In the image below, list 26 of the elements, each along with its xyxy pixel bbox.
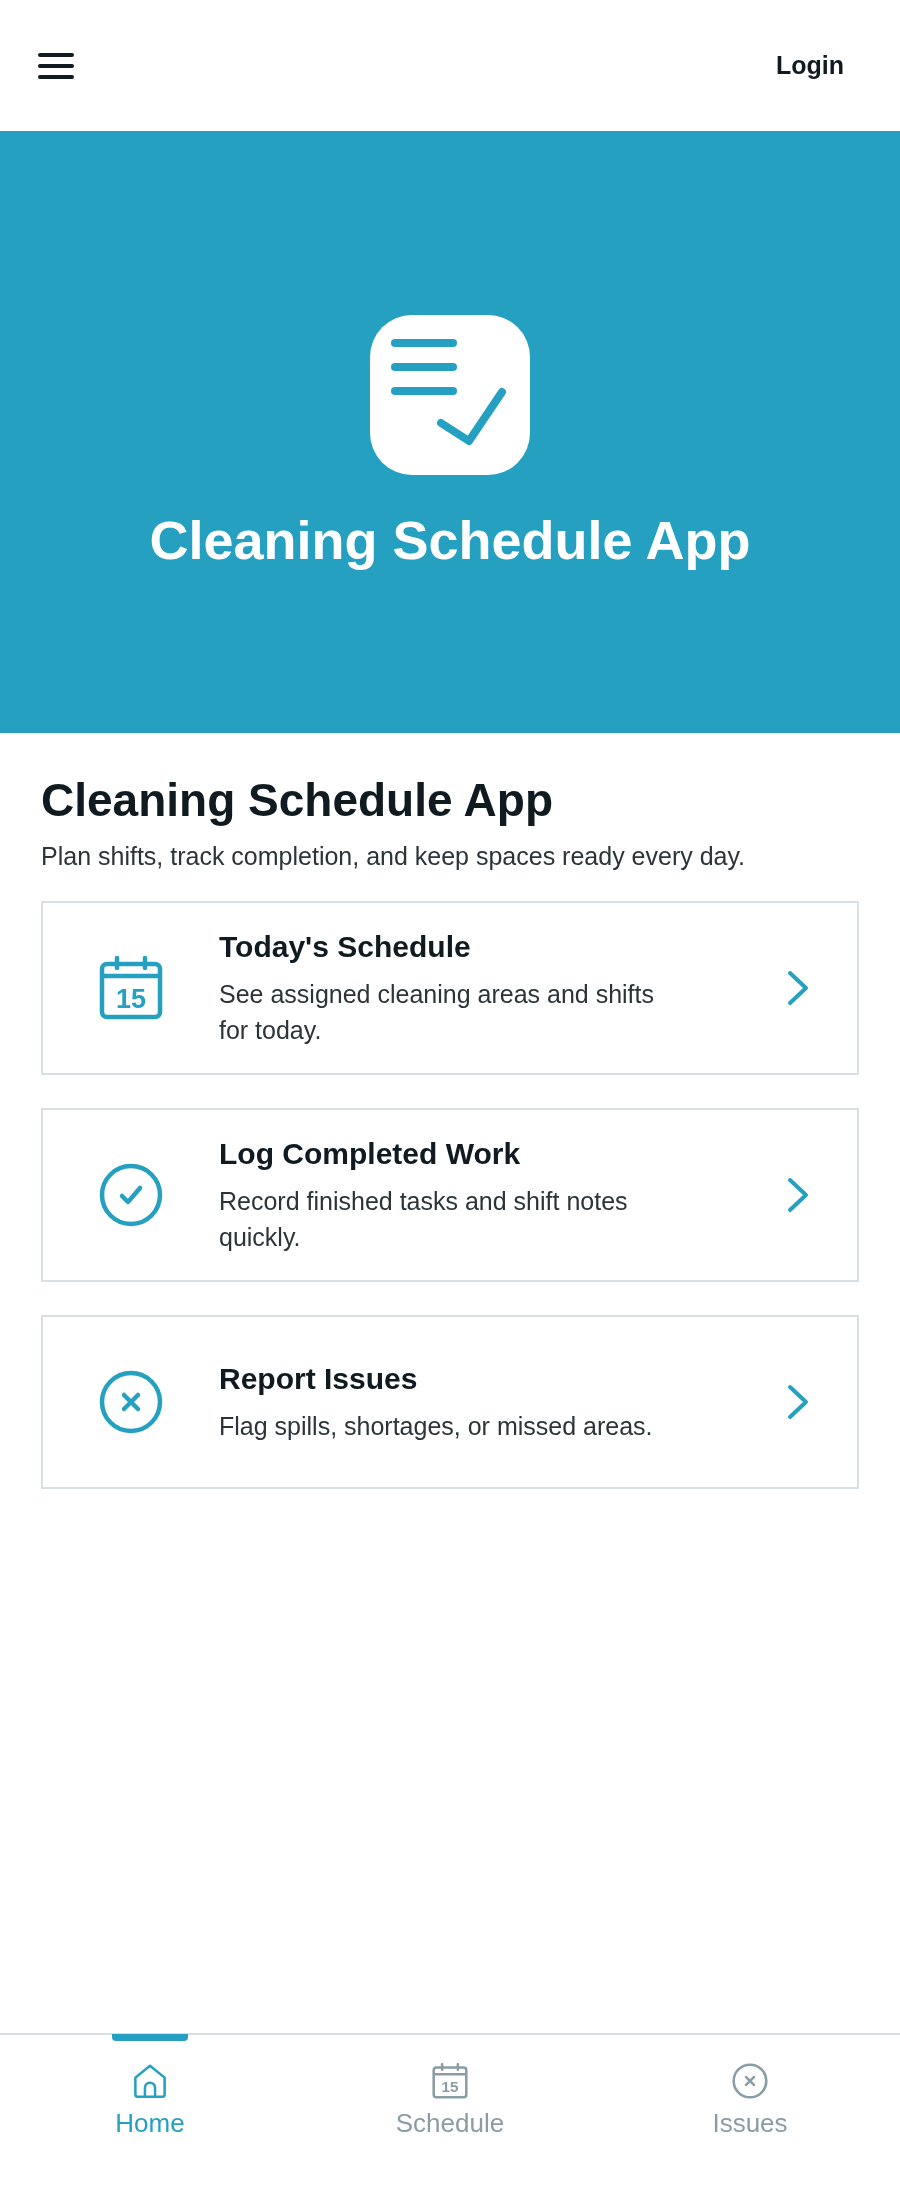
x-circle-icon (99, 1370, 163, 1434)
page-heading: Cleaning Schedule App (41, 773, 555, 827)
card-title: Log Completed Work (219, 1136, 522, 1172)
feature-card[interactable]: Log Completed Work Record finished tasks and shift notes quickly. (41, 1108, 859, 1282)
card-description: Flag spills, shortages, or missed areas. (219, 1411, 654, 1442)
card-title: Today's Schedule (219, 929, 472, 965)
x-circle-icon (732, 2063, 768, 2099)
login-link[interactable]: Login (775, 53, 844, 78)
chevron-right-icon (787, 1177, 809, 1213)
menu-icon[interactable] (38, 51, 74, 80)
checklist-icon (370, 315, 530, 475)
hero-title: Cleaning Schedule App (149, 509, 751, 571)
chevron-right-icon (787, 970, 809, 1006)
nav-label: Issues (712, 2107, 788, 2139)
card-description: Record finished tasks and shift notes quickly. (219, 1186, 629, 1253)
nav-label: Home (115, 2107, 185, 2139)
calendar-icon: 15 (432, 2063, 468, 2099)
card-title: Report Issues (219, 1361, 419, 1397)
check-circle-icon (99, 1163, 163, 1227)
chevron-right-icon (787, 1384, 809, 1420)
home-icon (132, 2063, 168, 2099)
feature-card[interactable]: 15 Today's Schedule See assigned cleaning areas and shifts for today. (41, 901, 859, 1075)
nav-label: Schedule (395, 2107, 505, 2139)
page-subtitle: Plan shifts, track completion, and keep spaces ready every day. (41, 841, 747, 872)
feature-card[interactable]: Report Issues Flag spills, shortages, or missed areas. (41, 1315, 859, 1489)
card-description: See assigned cleaning areas and shifts for today. (219, 979, 655, 1046)
